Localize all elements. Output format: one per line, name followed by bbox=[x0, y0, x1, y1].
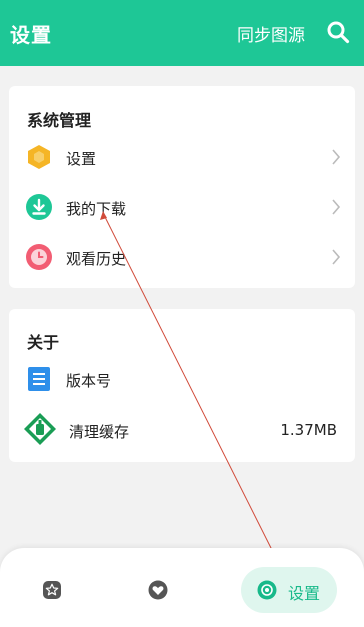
heart-icon[interactable] bbox=[148, 580, 168, 600]
menu-item-clear-cache[interactable]: 清理缓存 1.37MB bbox=[9, 410, 355, 450]
menu-item-version[interactable]: 版本号 bbox=[9, 359, 355, 399]
bottom-navigation: 设置 bbox=[0, 548, 364, 627]
menu-item-watch-history[interactable]: 观看历史 bbox=[9, 237, 355, 277]
menu-item-label: 设置 bbox=[66, 150, 97, 168]
top-app-bar: 设置 同步图源 bbox=[0, 0, 364, 66]
menu-item-label: 清理缓存 bbox=[69, 423, 130, 441]
page-title: 设置 bbox=[10, 23, 52, 47]
nav-tab-settings[interactable]: 设置 bbox=[241, 567, 337, 613]
clock-icon bbox=[26, 244, 52, 270]
cache-size-value: 1.37MB bbox=[280, 421, 337, 439]
system-management-card: 系统管理 设置 我的下载 观看历史 bbox=[9, 86, 355, 288]
chevron-right-icon bbox=[332, 249, 341, 265]
section-title-about: 关于 bbox=[27, 333, 60, 352]
cache-broom-icon bbox=[24, 413, 56, 445]
nav-tab-label: 设置 bbox=[288, 584, 321, 603]
search-icon[interactable] bbox=[326, 20, 350, 44]
hexagon-icon bbox=[28, 145, 50, 169]
about-card: 关于 版本号 清理缓存 1.37MB bbox=[9, 309, 355, 462]
chevron-right-icon bbox=[332, 149, 341, 165]
settings-icon bbox=[257, 580, 277, 600]
menu-item-my-downloads[interactable]: 我的下载 bbox=[9, 187, 355, 227]
document-icon bbox=[28, 367, 50, 391]
menu-item-label: 我的下载 bbox=[66, 200, 127, 218]
download-icon bbox=[26, 194, 52, 220]
star-icon[interactable] bbox=[42, 580, 62, 600]
chevron-right-icon bbox=[332, 199, 341, 215]
menu-item-label: 观看历史 bbox=[66, 250, 127, 268]
section-title-system: 系统管理 bbox=[27, 111, 92, 130]
sync-image-source-button[interactable]: 同步图源 bbox=[237, 21, 305, 46]
menu-item-label: 版本号 bbox=[66, 372, 112, 390]
menu-item-settings[interactable]: 设置 bbox=[9, 137, 355, 177]
